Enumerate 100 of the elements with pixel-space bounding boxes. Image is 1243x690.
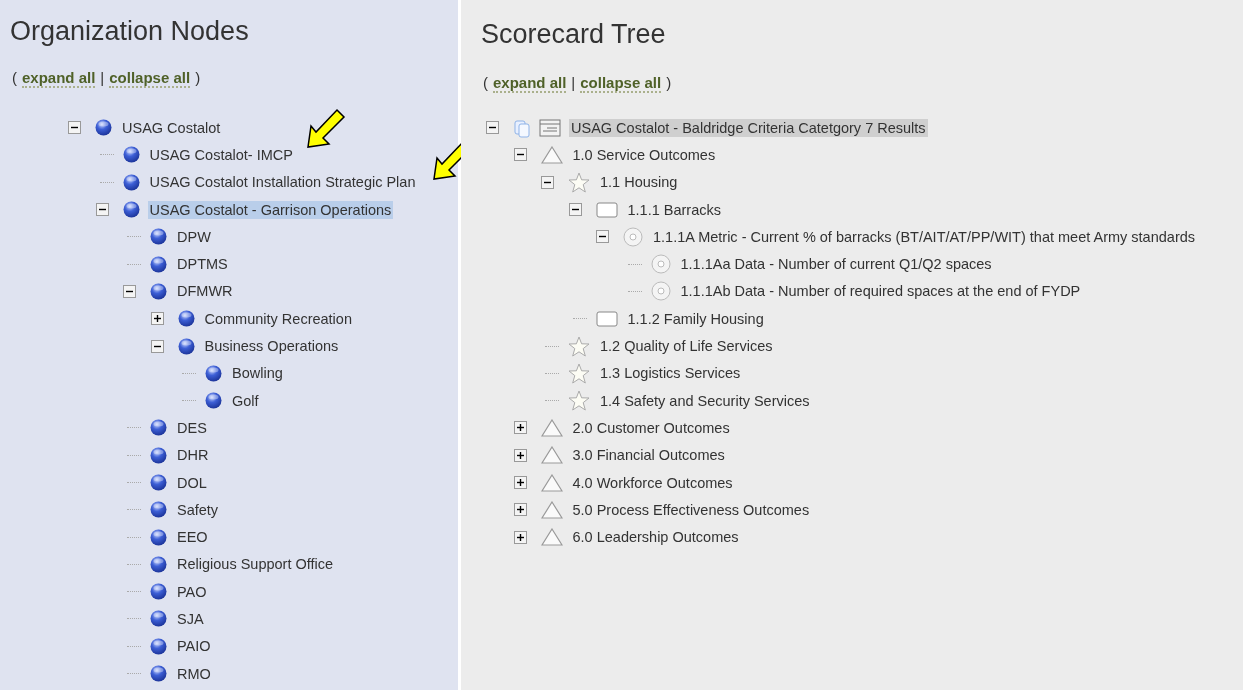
- expand-toggle[interactable]: [513, 503, 527, 517]
- separator: |: [571, 74, 576, 91]
- tree-node-label[interactable]: Safety: [175, 500, 221, 519]
- tree-node-label[interactable]: USAG Costalot: [120, 118, 223, 137]
- triangle-icon: [540, 418, 563, 437]
- tree-node-label[interactable]: DPTMS: [175, 255, 230, 274]
- tree-node-label[interactable]: Business Operations: [202, 337, 341, 355]
- rectangle-icon: [595, 201, 618, 218]
- collapse-toggle[interactable]: [568, 203, 582, 217]
- expand-all-link[interactable]: expand all: [493, 74, 567, 93]
- tree-node-label[interactable]: EEO: [175, 528, 210, 547]
- expand-toggle[interactable]: [513, 530, 527, 544]
- panel-title: Scorecard Tree: [481, 19, 666, 50]
- tree-node-label[interactable]: RMO: [175, 664, 213, 683]
- sphere-icon: [150, 255, 167, 273]
- tree-node-label[interactable]: USAG Costalot - Baldridge Criteria Catetgory 7 Results: [569, 118, 928, 137]
- tree-node-label[interactable]: 1.1.1 Barracks: [625, 200, 723, 219]
- tree-node-label[interactable]: 1.1 Housing: [598, 173, 680, 192]
- star-icon: [568, 390, 590, 412]
- collapse-toggle[interactable]: [596, 230, 609, 244]
- sphere-icon: [150, 528, 167, 546]
- tree-node-label[interactable]: Golf: [230, 391, 261, 410]
- collapse-toggle[interactable]: [68, 121, 81, 135]
- expand-toggle[interactable]: [513, 421, 527, 435]
- sphere-icon: [150, 637, 167, 655]
- parenthesis: ): [666, 74, 672, 91]
- circle-icon: [650, 254, 671, 275]
- sphere-icon: [150, 555, 167, 573]
- tree-node-label[interactable]: DFMWR: [175, 282, 235, 301]
- collapse-toggle[interactable]: [150, 339, 164, 353]
- tree-node-label[interactable]: 1.0 Service Outcomes: [570, 145, 718, 164]
- triangle-icon: [540, 446, 563, 465]
- tree-node-label[interactable]: 6.0 Leadership Outcomes: [570, 528, 741, 547]
- collapse-all-link[interactable]: collapse all: [580, 74, 662, 93]
- sphere-icon: [150, 610, 167, 628]
- tree-node-label[interactable]: 5.0 Process Effectiveness Outcomes: [570, 500, 812, 519]
- panel-title: Organization Nodes: [10, 16, 249, 47]
- sphere-icon: [95, 119, 112, 137]
- expand-toggle[interactable]: [150, 312, 164, 326]
- tree-node-label[interactable]: 4.0 Workforce Outcomes: [570, 473, 735, 492]
- collapse-all-link[interactable]: collapse all: [109, 69, 191, 88]
- sphere-icon: [150, 474, 167, 491]
- expand-toggle[interactable]: [513, 448, 527, 462]
- circle-icon: [650, 281, 671, 302]
- arrow-icon: [304, 108, 346, 150]
- collapse-toggle[interactable]: [541, 175, 554, 189]
- separator: |: [100, 69, 105, 86]
- tree-node-label[interactable]: PAO: [175, 582, 209, 601]
- triangle-icon: [540, 473, 563, 492]
- parenthesis: (: [483, 74, 488, 91]
- sphere-icon: [150, 501, 167, 519]
- list-icon: [539, 117, 561, 138]
- tree-node-label[interactable]: USAG Costalot- IMCP: [147, 145, 295, 164]
- tree-node-label[interactable]: Religious Support Office: [175, 555, 336, 574]
- tree-node-label[interactable]: 1.1.1Aa Data - Number of current Q1/Q2 spaces: [678, 255, 994, 274]
- collapse-toggle[interactable]: [95, 203, 109, 217]
- sphere-icon: [150, 419, 167, 437]
- sphere-icon: [122, 173, 140, 191]
- tree-node-label[interactable]: 2.0 Customer Outcomes: [570, 418, 732, 437]
- sphere-icon: [177, 337, 195, 355]
- tree-node-label[interactable]: 1.4 Safety and Security Services: [598, 391, 812, 410]
- expand-toggle[interactable]: [513, 476, 527, 489]
- collapse-toggle[interactable]: [513, 148, 527, 162]
- pages-icon: [513, 117, 533, 138]
- triangle-icon: [540, 528, 563, 547]
- tree-node-label[interactable]: 1.3 Logistics Services: [598, 364, 743, 383]
- tree-node-label[interactable]: Community Recreation: [202, 309, 354, 328]
- triangle-icon: [540, 145, 563, 164]
- tree-node-label[interactable]: 1.2 Quality of Life Services: [598, 337, 775, 355]
- star-icon: [568, 335, 590, 357]
- expand-all-link[interactable]: expand all: [22, 69, 96, 88]
- sphere-icon: [150, 228, 167, 246]
- tree-node-label[interactable]: 1.1.1Ab Data - Number of required spaces at the end of FYDP: [678, 282, 1083, 301]
- tree-node-label[interactable]: PAIO: [175, 637, 213, 656]
- star-icon: [568, 362, 590, 384]
- circle-icon: [623, 226, 643, 247]
- tree-node-label[interactable]: 3.0 Financial Outcomes: [570, 446, 727, 465]
- triangle-icon: [540, 500, 563, 519]
- tree-node-label[interactable]: Bowling: [230, 364, 285, 383]
- sphere-icon: [150, 583, 167, 601]
- collapse-toggle[interactable]: [486, 121, 499, 135]
- tree-node-label[interactable]: SJA: [175, 610, 206, 628]
- tree-node-label[interactable]: USAG Costalot - Garrison Operations: [147, 200, 394, 219]
- tree-node-label[interactable]: DOL: [175, 473, 209, 492]
- tree-node-label[interactable]: DES: [175, 418, 209, 437]
- sphere-icon: [177, 310, 195, 328]
- tree-node-label[interactable]: 1.1.1A Metric - Current % of barracks (BT/AIT/AT/PP/WIT) that meet Army standards: [651, 227, 1198, 246]
- rectangle-icon: [595, 310, 618, 327]
- tree-node-label[interactable]: USAG Costalot Installation Strategic Plan: [147, 173, 418, 192]
- sphere-icon: [122, 201, 140, 219]
- parenthesis: (: [12, 69, 17, 86]
- tree-node-label[interactable]: 1.1.2 Family Housing: [625, 309, 766, 328]
- collapse-toggle[interactable]: [123, 284, 136, 298]
- star-icon: [568, 171, 590, 193]
- tree-node-label[interactable]: DPW: [175, 227, 213, 246]
- parenthesis: ): [195, 69, 201, 86]
- sphere-icon: [150, 446, 167, 464]
- sphere-icon: [205, 392, 222, 410]
- sphere-icon: [150, 282, 167, 300]
- tree-node-label[interactable]: DHR: [175, 446, 211, 465]
